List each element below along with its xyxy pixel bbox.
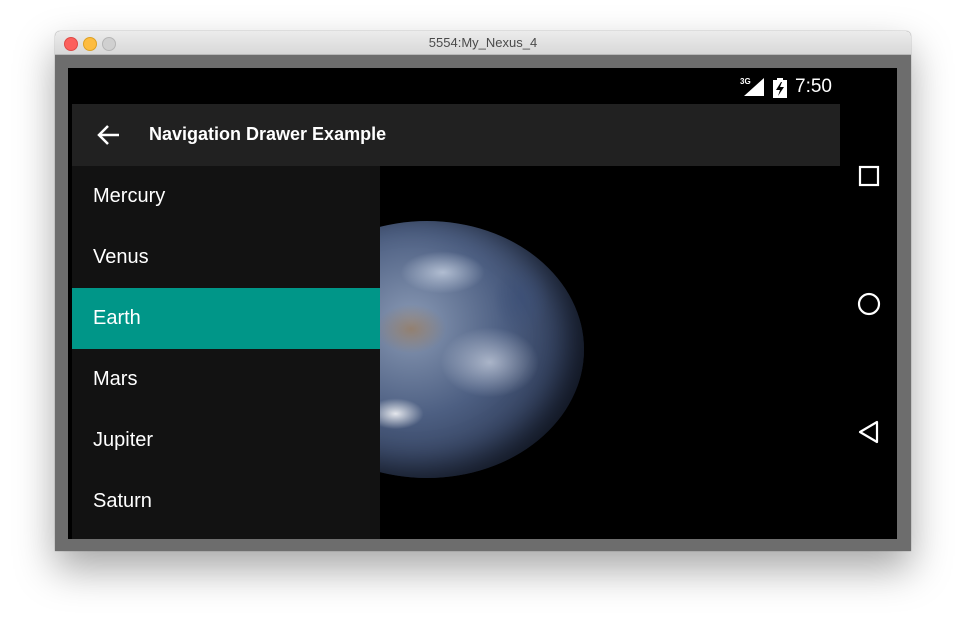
system-navigation-bar: [840, 68, 897, 539]
window-titlebar[interactable]: 5554:My_Nexus_4: [55, 31, 911, 55]
app-toolbar: Navigation Drawer Example: [72, 104, 840, 166]
emulator-window: 5554:My_Nexus_4 3G 7:50 Navigation Drawe…: [55, 31, 911, 551]
status-time: 7:50: [795, 76, 832, 97]
signal-icon: [744, 78, 764, 96]
status-bar: 3G 7:50: [72, 68, 840, 104]
device-screen: 3G 7:50 Navigation Drawer Example Mercur…: [68, 68, 897, 539]
device-frame: 3G 7:50 Navigation Drawer Example Mercur…: [68, 68, 897, 539]
battery-charging-icon: [773, 78, 787, 98]
back-triangle-icon[interactable]: [856, 419, 882, 445]
drawer-item-mercury[interactable]: Mercury: [72, 166, 380, 227]
navigation-drawer: Mercury Venus Earth Mars Jupiter Saturn: [72, 166, 380, 539]
drawer-item-earth[interactable]: Earth: [72, 288, 380, 349]
window-title: 5554:My_Nexus_4: [428, 35, 538, 50]
main-content: Mercury Venus Earth Mars Jupiter Saturn: [72, 166, 840, 539]
drawer-item-mars[interactable]: Mars: [72, 349, 380, 410]
drawer-item-jupiter[interactable]: Jupiter: [72, 410, 380, 471]
drawer-item-venus[interactable]: Venus: [72, 227, 380, 288]
recents-square-icon[interactable]: [856, 163, 882, 189]
drawer-item-saturn[interactable]: Saturn: [72, 471, 380, 532]
home-circle-icon[interactable]: [856, 291, 882, 317]
app-title: Navigation Drawer Example: [149, 124, 387, 144]
arrow-back-icon[interactable]: [96, 122, 122, 148]
